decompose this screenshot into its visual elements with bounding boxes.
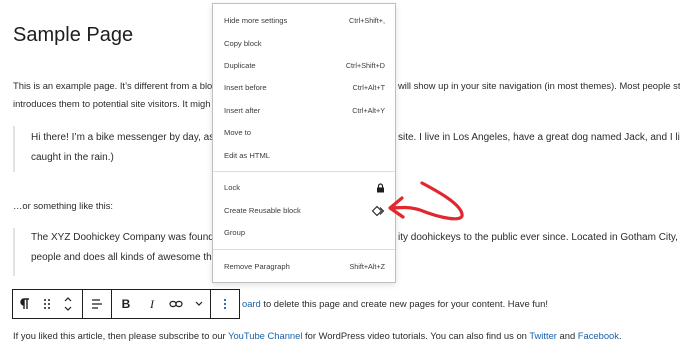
menu-item-edit-as-html[interactable]: Edit as HTML xyxy=(224,149,385,163)
menu-item-label: Edit as HTML xyxy=(224,151,270,160)
menu-item-remove-paragraph[interactable]: Remove Paragraph Shift+Alt+Z xyxy=(224,260,385,274)
menu-item-shortcut: Ctrl+Alt+T xyxy=(352,83,385,92)
intro-line-1a: This is an example page. It’s different … xyxy=(13,80,218,91)
menu-item-insert-after[interactable]: Insert after Ctrl+Alt+Y xyxy=(224,104,385,118)
quote-border xyxy=(13,228,15,276)
quote2-line-1a: The XYZ Doohickey Company was found xyxy=(31,232,214,243)
subscribe-paragraph: If you liked this article, then please s… xyxy=(13,327,622,345)
subscribe-text-d: . xyxy=(618,330,622,341)
menu-item-label: Group xyxy=(224,228,246,237)
chevron-down-icon[interactable] xyxy=(188,290,210,318)
bold-button[interactable]: B xyxy=(112,290,140,318)
menu-item-label: Copy block xyxy=(224,39,262,48)
paragraph-icon[interactable] xyxy=(13,290,37,318)
quote1-line-2: caught in the rain.) xyxy=(31,152,114,163)
drag-handle-icon[interactable] xyxy=(37,290,57,318)
block-toolbar: B I xyxy=(12,289,240,319)
menu-item-create-reusable-block[interactable]: Create Reusable block xyxy=(224,204,385,218)
align-left-icon[interactable] xyxy=(83,290,111,318)
menu-item-label: Remove Paragraph xyxy=(224,262,290,271)
menu-separator xyxy=(213,249,395,250)
facebook-link[interactable]: Facebook xyxy=(578,330,619,341)
quote2-line-1b: ity doohickeys to the public ever since.… xyxy=(398,232,678,243)
menu-item-insert-before[interactable]: Insert before Ctrl+Alt+T xyxy=(224,81,385,95)
menu-item-hide-more-settings[interactable]: Hide more settings Ctrl+Shift+, xyxy=(224,14,385,28)
menu-item-lock[interactable]: Lock xyxy=(224,181,385,195)
subscribe-text-b: for WordPress video tutorials. You can a… xyxy=(302,330,530,341)
dashboard-link[interactable]: oard xyxy=(242,298,261,309)
format-group: B I xyxy=(112,290,212,318)
vertical-ellipsis-icon[interactable] xyxy=(211,290,239,318)
twitter-link[interactable]: Twitter xyxy=(529,330,557,341)
block-options-menu: Hide more settings Ctrl+Shift+, Copy bloc… xyxy=(212,3,396,283)
menu-item-group[interactable]: Group xyxy=(224,226,385,240)
annotation-arrow-icon xyxy=(388,181,464,221)
menu-item-duplicate[interactable]: Duplicate Ctrl+Shift+D xyxy=(224,59,385,73)
menu-item-shortcut: Ctrl+Shift+, xyxy=(349,16,385,25)
align-group xyxy=(83,290,112,318)
menu-item-label: Insert after xyxy=(224,106,261,115)
menu-item-label: Create Reusable block xyxy=(224,206,301,215)
menu-item-shortcut: Ctrl+Shift+D xyxy=(345,61,385,70)
menu-item-label: Hide more settings xyxy=(224,16,288,25)
menu-item-move-to[interactable]: Move to xyxy=(224,126,385,140)
menu-item-copy-block[interactable]: Copy block xyxy=(224,37,385,51)
menu-item-label: Duplicate xyxy=(224,61,256,70)
page-title: Sample Page xyxy=(13,24,134,46)
board-text: to delete this page and create new pages… xyxy=(260,298,548,309)
menu-separator xyxy=(213,171,395,172)
intro-line-2: introduces them to potential site visito… xyxy=(13,98,211,109)
menu-item-label: Insert before xyxy=(224,83,267,92)
subscribe-text-a: If you liked this article, then please s… xyxy=(13,330,229,341)
menu-item-label: Lock xyxy=(224,183,241,192)
quote1-line-1a: Hi there! I’m a bike messenger by day, a… xyxy=(31,132,215,143)
youtube-link[interactable]: YouTube Channel xyxy=(228,330,302,341)
board-paragraph: oard to delete this page and create new … xyxy=(242,295,548,313)
subscribe-text-c: and xyxy=(556,330,578,341)
quote1-line-1b: site. I live in Los Angeles, have a grea… xyxy=(398,132,680,143)
quote2-line-2: people and does all kinds of awesome th xyxy=(31,252,212,263)
intro-line-1b: will show up in your site navigation (in… xyxy=(398,80,680,91)
quote-border xyxy=(13,126,15,172)
mid-text: …or something like this: xyxy=(13,200,114,211)
menu-item-shortcut: Shift+Alt+Z xyxy=(349,262,385,271)
italic-button[interactable]: I xyxy=(140,290,164,318)
menu-item-label: Move to xyxy=(224,128,252,137)
link-icon[interactable] xyxy=(164,290,188,318)
move-up-down-icon[interactable] xyxy=(57,290,79,318)
menu-item-shortcut: Ctrl+Alt+Y xyxy=(352,106,385,115)
block-type-group xyxy=(13,290,83,318)
